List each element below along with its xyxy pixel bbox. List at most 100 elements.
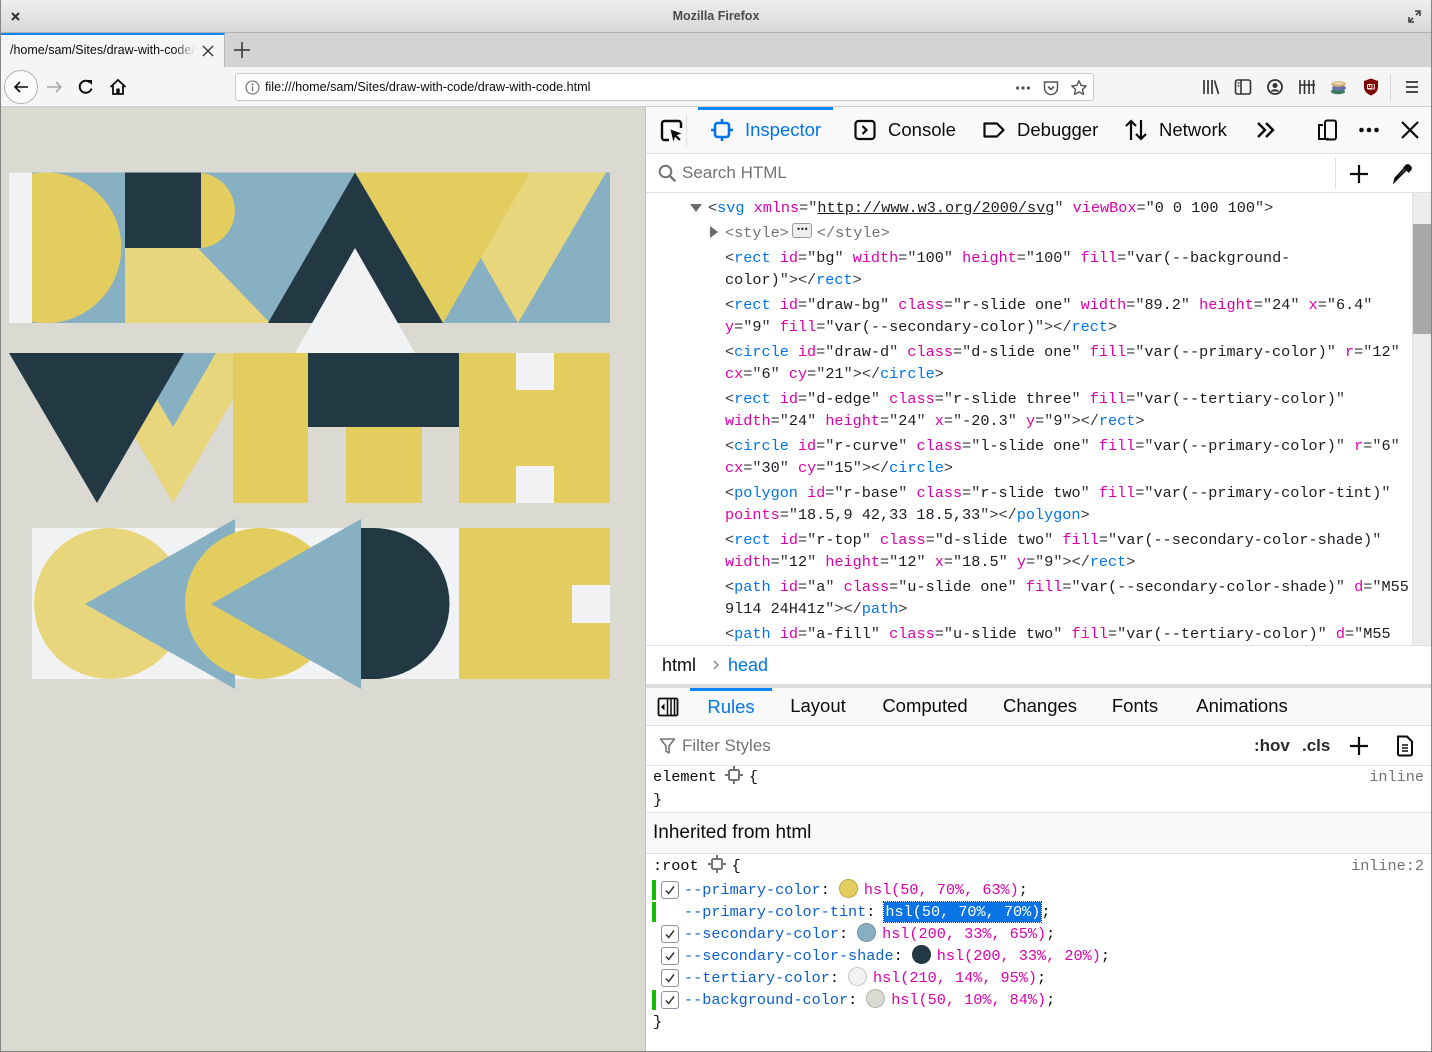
attribute-name[interactable]: id — [780, 296, 798, 314]
attribute-value[interactable]: 24 — [898, 412, 916, 430]
bookmark-star-icon[interactable] — [1070, 79, 1088, 97]
declaration-checkbox[interactable] — [661, 881, 679, 899]
property-value[interactable]: hsl(200, 33%, 65%) — [882, 925, 1046, 943]
markup-node[interactable]: <rect id="d-edge" class="r-slide three" … — [646, 386, 1412, 433]
attribute-name[interactable]: cx — [725, 365, 743, 383]
tab-layout[interactable]: Layout — [778, 688, 858, 725]
element-picker-icon[interactable] — [659, 118, 685, 144]
attribute-name[interactable]: fill — [1099, 484, 1135, 502]
attribute-value[interactable]: var(--background- — [1135, 249, 1290, 267]
tab-network[interactable]: Network — [1112, 107, 1239, 153]
attribute-value[interactable]: var(--secondary-color) — [834, 318, 1035, 336]
attribute-name[interactable]: r — [1354, 437, 1363, 455]
responsive-design-icon[interactable] — [1315, 118, 1339, 142]
attribute-name[interactable]: id — [798, 437, 816, 455]
markup-scrollbar[interactable] — [1412, 193, 1432, 645]
color-swatch[interactable] — [857, 923, 877, 942]
more-tools-chevron-icon[interactable] — [1255, 119, 1277, 141]
attribute-value[interactable]: d-slide one — [971, 343, 1071, 361]
declaration-checkbox[interactable] — [661, 925, 679, 943]
property-name[interactable]: --tertiary-color — [684, 969, 830, 987]
attribute-name[interactable]: width — [853, 249, 899, 267]
attribute-value[interactable]: l-slide one — [980, 437, 1080, 455]
attribute-name[interactable]: fill — [1099, 437, 1135, 455]
back-button[interactable] — [4, 70, 38, 104]
tab-rules[interactable]: Rules — [690, 688, 772, 725]
attribute-value[interactable]: d-slide two — [944, 531, 1044, 549]
attribute-name[interactable]: id — [780, 625, 798, 643]
attribute-value[interactable]: 9l14 24H41z — [725, 600, 825, 618]
add-rule-icon[interactable] — [1348, 735, 1370, 757]
attribute-value[interactable]: var(--tertiary-color) — [1144, 390, 1335, 408]
tab-close-icon[interactable] — [201, 44, 215, 58]
attribute-name[interactable]: fill — [1090, 390, 1126, 408]
attribute-name[interactable]: viewBox — [1073, 199, 1137, 217]
attribute-name[interactable]: x — [935, 553, 944, 571]
markup-view[interactable]: <svg xmlns="http://www.w3.org/2000/svg" … — [646, 193, 1412, 645]
collapsed-twisty-icon[interactable] — [710, 226, 718, 238]
attribute-name[interactable]: x — [1309, 296, 1318, 314]
markup-node[interactable]: <circle id="draw-d" class="d-slide one" … — [646, 339, 1412, 386]
window-maximize-icon[interactable] — [1407, 9, 1422, 24]
eyedropper-icon[interactable] — [1392, 162, 1414, 184]
attribute-name[interactable]: id — [807, 484, 825, 502]
attribute-name[interactable]: d — [1336, 625, 1345, 643]
account-icon[interactable] — [1265, 77, 1285, 97]
sidebar-icon[interactable] — [1233, 77, 1253, 97]
attribute-value[interactable]: 12 — [898, 553, 916, 571]
attribute-value[interactable]: 89.2 — [1144, 296, 1180, 314]
color-swatch[interactable] — [866, 989, 886, 1008]
attribute-name[interactable]: height — [825, 412, 880, 430]
markup-node[interactable]: <path id="a-fill" class="u-slide two" fi… — [646, 621, 1412, 645]
tab-changes[interactable]: Changes — [990, 688, 1090, 725]
attribute-value[interactable]: var(--primary-color) — [1154, 437, 1336, 455]
add-node-icon[interactable] — [1348, 163, 1370, 185]
attribute-value[interactable]: var(--secondary-color-shade) — [1081, 578, 1336, 596]
declaration-checkbox[interactable] — [661, 947, 679, 965]
attribute-value[interactable]: 0 0 100 100 — [1155, 199, 1255, 217]
breadcrumb-item-head[interactable]: head — [728, 646, 768, 684]
attribute-name[interactable]: id — [780, 578, 798, 596]
attribute-value[interactable]: a — [816, 578, 825, 596]
color-swatch[interactable] — [838, 879, 858, 898]
attribute-value[interactable]: u-slide one — [907, 578, 1007, 596]
attribute-name[interactable]: fill — [1071, 625, 1107, 643]
attribute-name[interactable]: height — [825, 553, 880, 571]
attribute-value[interactable]: draw-bg — [816, 296, 880, 314]
attribute-name[interactable]: width — [725, 412, 771, 430]
color-swatch[interactable] — [847, 967, 867, 986]
declaration-checkbox[interactable] — [661, 969, 679, 987]
property-name[interactable]: --secondary-color — [684, 925, 839, 943]
attribute-value[interactable]: 100 — [1035, 249, 1062, 267]
markup-node[interactable]: <rect id="draw-bg" class="r-slide one" w… — [646, 292, 1412, 339]
tab-fonts[interactable]: Fonts — [1100, 688, 1170, 725]
attribute-value[interactable]: 100 — [917, 249, 944, 267]
attribute-value[interactable]: 24 — [1272, 296, 1290, 314]
toggle-pseudo-classes-button[interactable]: :hov — [1254, 726, 1290, 765]
tab-console[interactable]: Console — [841, 107, 968, 153]
attribute-name[interactable]: fill — [780, 318, 816, 336]
expanded-twisty-icon[interactable] — [690, 204, 702, 212]
attribute-value[interactable]: var(--secondary-color-shade) — [1117, 531, 1372, 549]
attribute-name[interactable]: class — [916, 437, 962, 455]
attribute-value[interactable]: 6 — [761, 365, 770, 383]
attribute-name[interactable]: id — [780, 531, 798, 549]
property-name[interactable]: --primary-color — [684, 881, 821, 899]
attribute-name[interactable]: cx — [725, 459, 743, 477]
attribute-value[interactable]: 18.5 — [962, 553, 998, 571]
markup-node[interactable]: <polygon id="r-base" class="r-slide two"… — [646, 480, 1412, 527]
color-swatch[interactable] — [911, 945, 931, 964]
property-value-editor[interactable]: hsl(50, 70%, 70%) — [883, 901, 1043, 923]
new-tab-button[interactable] — [232, 40, 252, 60]
devtools-close-icon[interactable] — [1399, 119, 1421, 141]
attribute-value[interactable]: 15 — [834, 459, 852, 477]
hamburger-menu-icon[interactable] — [1402, 77, 1422, 97]
attribute-name[interactable]: fill — [1026, 578, 1062, 596]
attribute-value[interactable]: color) — [725, 271, 780, 289]
attribute-value[interactable]: r-base — [844, 484, 899, 502]
attribute-value[interactable]: d-edge — [816, 390, 871, 408]
attribute-value[interactable]: r-slide one — [962, 296, 1062, 314]
markup-node[interactable]: <rect id="bg" width="100" height="100" f… — [646, 245, 1412, 292]
attribute-name[interactable]: height — [1199, 296, 1254, 314]
attribute-name[interactable]: width — [725, 553, 771, 571]
